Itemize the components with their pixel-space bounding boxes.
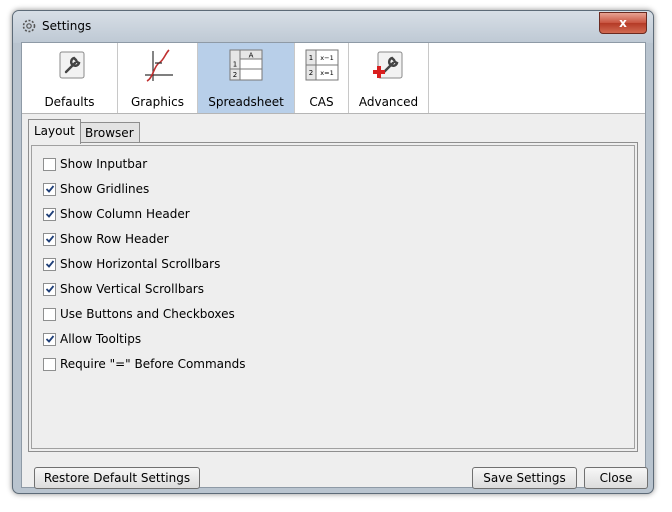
spreadsheet-icon-row2: 2: [233, 71, 237, 79]
restore-default-settings-button[interactable]: Restore Default Settings: [34, 467, 200, 489]
layout-panel: Show Inputbar Show Gridlines Show Column…: [28, 142, 638, 452]
settings-toolbar: Defaults Graphics A 1 2 Spreadsheet 1 2 …: [22, 43, 645, 114]
option-show-gridlines[interactable]: Show Gridlines: [43, 180, 149, 198]
checkmark-icon: [45, 285, 54, 293]
checkbox-allow-tooltips[interactable]: [43, 332, 56, 346]
cas-icon-row2: 2: [308, 69, 312, 77]
tool-cas-label: CAS: [309, 95, 334, 109]
tool-advanced[interactable]: Advanced: [349, 43, 429, 113]
cas-icon-expr1: x−1: [320, 54, 333, 62]
checkbox-show-column-header[interactable]: [43, 207, 56, 221]
title-bar[interactable]: Settings x: [13, 11, 653, 43]
tool-cas[interactable]: 1 2 x−1 x=1 CAS: [295, 43, 349, 113]
option-label: Require "=" Before Commands: [60, 357, 246, 371]
option-show-horizontal-scrollbars[interactable]: Show Horizontal Scrollbars: [43, 255, 220, 273]
checkbox-show-row-header[interactable]: [43, 232, 56, 246]
option-label: Show Gridlines: [60, 182, 150, 196]
option-show-column-header[interactable]: Show Column Header: [43, 205, 190, 223]
settings-window: Settings x Defaults Graphics A 1 2 Sprea…: [12, 10, 654, 494]
tool-advanced-label: Advanced: [358, 95, 419, 109]
option-show-vertical-scrollbars[interactable]: Show Vertical Scrollbars: [43, 280, 204, 298]
wrench-icon: [59, 51, 84, 79]
tool-spreadsheet-label: Spreadsheet: [208, 95, 284, 109]
tool-spreadsheet[interactable]: A 1 2 Spreadsheet: [198, 43, 295, 113]
checkmark-icon: [45, 335, 54, 343]
checkmark-icon: [45, 210, 54, 218]
option-label: Show Horizontal Scrollbars: [60, 257, 221, 271]
option-use-buttons-and-checkboxes[interactable]: Use Buttons and Checkboxes: [43, 305, 235, 323]
settings-gear-icon: [22, 19, 36, 33]
tab-layout[interactable]: Layout: [28, 119, 81, 144]
checkbox-show-gridlines[interactable]: [43, 182, 56, 196]
tool-defaults-label: Defaults: [44, 95, 95, 109]
window-title: Settings: [42, 19, 92, 33]
option-label: Show Column Header: [60, 207, 190, 221]
checkmark-icon: [45, 235, 54, 243]
layout-options-group: Show Inputbar Show Gridlines Show Column…: [31, 145, 635, 449]
checkbox-show-vertical-scrollbars[interactable]: [43, 282, 56, 296]
option-require-equals-before-commands[interactable]: Require "=" Before Commands: [43, 355, 246, 373]
tool-graphics-label: Graphics: [131, 95, 184, 109]
advanced-icon: [372, 51, 402, 79]
checkbox-use-buttons-and-checkboxes[interactable]: [43, 307, 56, 321]
option-label: Show Vertical Scrollbars: [60, 282, 204, 296]
checkbox-show-inputbar[interactable]: [43, 157, 56, 171]
cas-icon: 1 2 x−1 x=1: [305, 49, 338, 81]
option-label: Allow Tooltips: [60, 332, 142, 346]
option-label: Use Buttons and Checkboxes: [60, 307, 235, 321]
checkbox-show-horizontal-scrollbars[interactable]: [43, 257, 56, 271]
option-show-inputbar[interactable]: Show Inputbar: [43, 155, 147, 173]
option-allow-tooltips[interactable]: Allow Tooltips: [43, 330, 141, 348]
spreadsheet-icon-col: A: [249, 52, 254, 60]
close-button[interactable]: Close: [584, 467, 648, 489]
option-label: Show Row Header: [60, 232, 169, 246]
checkbox-require-equals-before-commands[interactable]: [43, 357, 56, 371]
window-close-button[interactable]: x: [599, 12, 647, 34]
tool-defaults[interactable]: Defaults: [22, 43, 118, 113]
save-settings-button[interactable]: Save Settings: [472, 467, 577, 489]
cas-icon-expr2: x=1: [320, 69, 333, 77]
spreadsheet-icon-row1: 1: [233, 61, 237, 69]
window-content: Defaults Graphics A 1 2 Spreadsheet 1 2 …: [21, 42, 648, 489]
option-label: Show Inputbar: [60, 157, 148, 171]
tool-graphics[interactable]: Graphics: [118, 43, 198, 113]
checkmark-icon: [45, 185, 54, 193]
spreadsheet-icon: A 1 2: [229, 49, 263, 81]
graphics-icon: [144, 49, 173, 82]
option-show-row-header[interactable]: Show Row Header: [43, 230, 169, 248]
tab-browser[interactable]: Browser: [79, 122, 140, 143]
cas-icon-row1: 1: [308, 54, 312, 62]
checkmark-icon: [45, 260, 54, 268]
